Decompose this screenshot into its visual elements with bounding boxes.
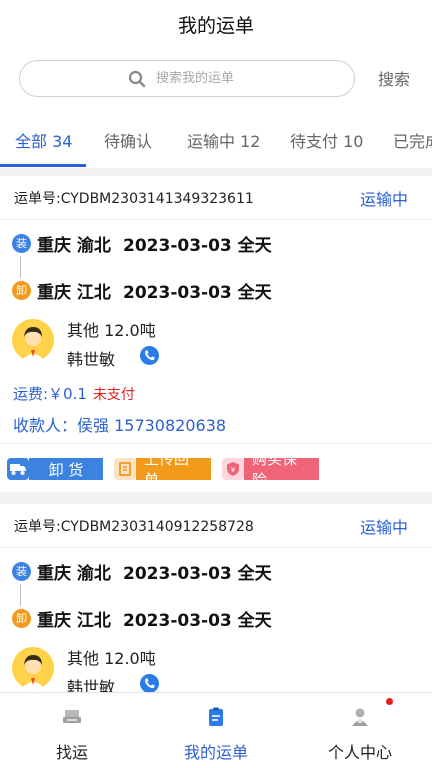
status-tabs: 全部 34 待确认 运输中 12 待支付 10 已完成 <box>0 110 432 168</box>
upload-receipt-button[interactable]: 上传回单 <box>114 450 211 489</box>
tab-pending-payment[interactable]: 待支付 10 <box>290 128 363 152</box>
truck-icon <box>63 710 81 723</box>
avatar <box>12 319 54 361</box>
driver-name: 韩世敏 <box>67 350 116 369</box>
order-status: 运输中 <box>359 518 408 537</box>
order-card[interactable]: 运单号:CYDBM2303141349323611 运输中 装 重庆 渝北 20… <box>0 176 432 492</box>
order-number: 运单号:CYDBM2303141349323611 <box>14 191 254 207</box>
payee-info: 收款人：侯强 15730820638 <box>13 416 227 435</box>
unload-date: 2023-03-03 全天 <box>123 282 272 303</box>
unload-button-label: 卸 货 <box>29 458 103 480</box>
divider <box>0 443 432 444</box>
nav-label: 找运 <box>55 743 88 762</box>
notification-dot <box>386 698 393 705</box>
upload-receipt-icon <box>114 458 136 480</box>
order-card-header: 运单号:CYDBM2303141349323611 运输中 <box>0 176 432 220</box>
nav-label: 个人中心 <box>327 743 392 762</box>
load-city: 重庆 渝北 <box>37 563 111 584</box>
page-title: 我的运单 <box>177 14 254 37</box>
avatar <box>12 647 54 689</box>
driver-avatar-icon <box>12 319 54 361</box>
unload-city: 重庆 江北 <box>37 610 111 631</box>
unload-route: 卸 重庆 江北 2023-03-03 全天 <box>12 606 272 631</box>
route-connector <box>20 584 21 606</box>
freight-fee: 运费:￥0.1 未支付 <box>13 383 135 404</box>
driver-avatar-icon <box>12 647 54 689</box>
load-city: 重庆 渝北 <box>37 235 111 256</box>
buy-insurance-button[interactable]: ¥ 购买保险 <box>222 450 319 489</box>
search-bar: 搜索 <box>0 48 432 110</box>
tab-all[interactable]: 全部 34 <box>15 128 72 152</box>
svg-text:¥: ¥ <box>231 466 236 474</box>
load-date: 2023-03-03 全天 <box>123 563 272 584</box>
search-button[interactable]: 搜索 <box>378 66 410 90</box>
fee-amount: 运费:￥0.1 <box>13 385 87 403</box>
nav-find-freight[interactable]: 找运 <box>0 693 144 768</box>
order-status: 运输中 <box>359 190 408 209</box>
search-icon <box>128 70 146 87</box>
unload-badge: 卸 <box>12 280 31 300</box>
search-box[interactable] <box>19 60 355 97</box>
insurance-shield-icon: ¥ <box>222 458 244 480</box>
route-connector <box>20 256 21 278</box>
unload-badge: 卸 <box>12 608 31 628</box>
load-route: 装 重庆 渝北 2023-03-03 全天 <box>12 231 272 256</box>
unload-route: 卸 重庆 江北 2023-03-03 全天 <box>12 278 272 303</box>
order-card-header: 运单号:CYDBM2303140912258728 运输中 <box>0 504 432 548</box>
order-number: 运单号:CYDBM2303140912258728 <box>14 519 254 535</box>
tab-active-indicator <box>0 164 86 167</box>
unload-city: 重庆 江北 <box>37 282 111 303</box>
phone-icon[interactable] <box>140 674 159 693</box>
nav-my-waybills[interactable]: 我的运单 <box>144 693 288 768</box>
tab-in-transit[interactable]: 运输中 12 <box>187 128 260 152</box>
nav-label: 我的运单 <box>183 743 248 762</box>
load-route: 装 重庆 渝北 2023-03-03 全天 <box>12 559 272 584</box>
tab-pending-confirm[interactable]: 待确认 <box>104 128 152 152</box>
load-badge: 装 <box>12 233 31 253</box>
app-screen: 我的运单 搜索 全部 34 待确认 运输中 12 待支付 10 已完成 运单号:… <box>0 0 432 768</box>
buy-insurance-label: 购买保险 <box>244 450 319 489</box>
payment-status: 未支付 <box>92 387 135 403</box>
bottom-nav: 找运 我的运单 个人中心 <box>0 692 432 768</box>
phone-icon[interactable] <box>140 346 159 365</box>
header: 我的运单 <box>0 0 432 48</box>
cargo-info: 其他 12.0吨 <box>67 321 156 340</box>
unload-truck-icon <box>7 458 29 480</box>
tab-completed[interactable]: 已完成 <box>393 128 432 152</box>
unload-button[interactable]: 卸 货 <box>7 458 103 480</box>
unload-date: 2023-03-03 全天 <box>123 610 272 631</box>
waybill-icon <box>209 707 223 726</box>
load-badge: 装 <box>12 561 31 581</box>
person-icon <box>352 708 368 726</box>
upload-receipt-label: 上传回单 <box>136 450 211 489</box>
order-card[interactable]: 运单号:CYDBM2303140912258728 运输中 装 重庆 渝北 20… <box>0 504 432 697</box>
nav-profile[interactable]: 个人中心 <box>288 693 432 768</box>
search-input[interactable] <box>156 71 246 86</box>
cargo-info: 其他 12.0吨 <box>67 649 156 668</box>
load-date: 2023-03-03 全天 <box>123 235 272 256</box>
